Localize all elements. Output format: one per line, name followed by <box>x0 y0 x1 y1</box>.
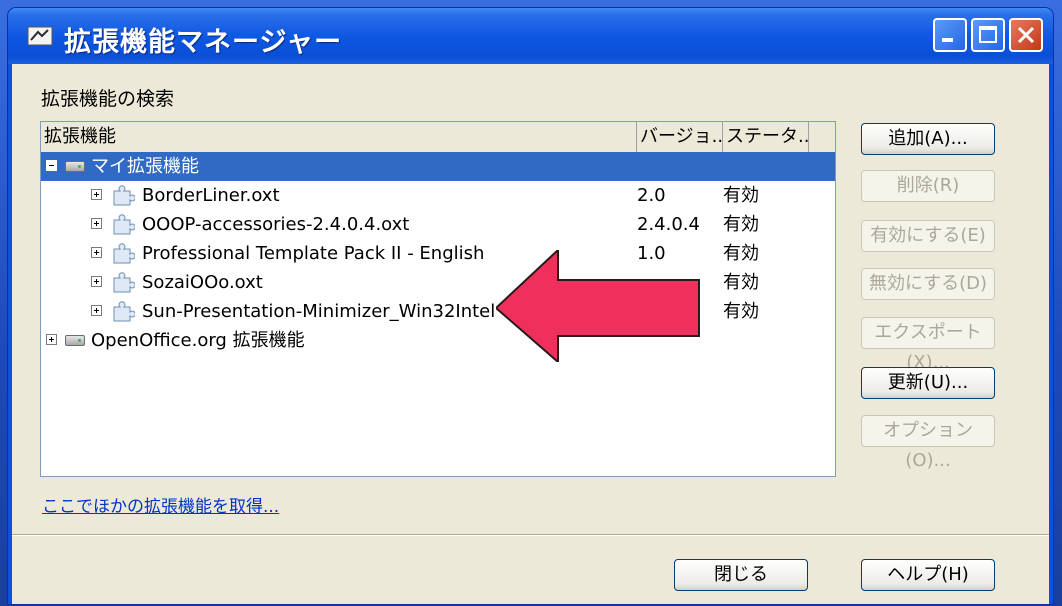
puzzle-icon <box>113 272 135 293</box>
tree-group-my-extensions[interactable]: マイ拡張機能 <box>41 152 835 181</box>
extension-status: 有効 <box>723 301 759 322</box>
expand-icon[interactable] <box>91 305 102 316</box>
drive-icon <box>65 335 85 346</box>
extension-name: Sun-Presentation-Minimizer_Win32Intel <box>142 301 496 322</box>
column-version-header[interactable]: バージョ... <box>637 122 723 152</box>
close-button[interactable]: 閉じる <box>674 559 808 591</box>
enable-button[interactable]: 有効にする(E) <box>861 220 995 252</box>
puzzle-icon <box>113 301 135 322</box>
annotation-arrow-icon <box>496 250 700 362</box>
list-item[interactable]: Sun-Presentation-Minimizer_Win32Intel 有効 <box>41 297 835 326</box>
extension-version: 2.4.0.4 <box>637 214 700 235</box>
extension-name: SozaiOOo.oxt <box>142 272 263 293</box>
drive-icon <box>65 161 85 172</box>
minimize-icon <box>942 38 953 42</box>
minimize-button[interactable] <box>933 18 967 52</box>
puzzle-icon <box>113 243 135 264</box>
maximize-icon <box>979 26 997 43</box>
disable-button[interactable]: 無効にする(D) <box>861 268 995 300</box>
extension-status: 有効 <box>723 185 759 206</box>
list-item[interactable]: OOOP-accessories-2.4.0.4.oxt 2.4.0.4 有効 <box>41 210 835 239</box>
list-item[interactable]: BorderLiner.oxt 2.0 有効 <box>41 181 835 210</box>
extension-list[interactable]: 拡張機能 バージョ... ステータ... マイ拡張機能 BorderLiner.… <box>40 121 836 477</box>
expand-icon[interactable] <box>91 247 102 258</box>
extension-status: 有効 <box>723 243 759 264</box>
extension-status: 有効 <box>723 214 759 235</box>
extension-name: BorderLiner.oxt <box>142 185 280 206</box>
window-title: 拡張機能マネージャー <box>64 27 343 58</box>
expand-icon[interactable] <box>91 218 102 229</box>
extension-status: 有効 <box>723 272 759 293</box>
extension-name: Professional Template Pack II - English <box>142 243 485 264</box>
title-bar[interactable]: 拡張機能マネージャー <box>8 8 1053 64</box>
add-button[interactable]: 追加(A)... <box>861 123 995 155</box>
puzzle-icon <box>113 214 135 235</box>
update-button[interactable]: 更新(U)... <box>861 367 995 399</box>
tree-group-openoffice-extensions[interactable]: OpenOffice.org 拡張機能 <box>41 326 835 355</box>
export-button[interactable]: エクスポート(X)... <box>861 317 995 373</box>
remove-button[interactable]: 削除(R) <box>861 170 995 202</box>
group-label: マイ拡張機能 <box>91 156 199 177</box>
help-button[interactable]: ヘルプ(H) <box>861 559 995 591</box>
column-status-header[interactable]: ステータ... <box>723 122 809 152</box>
extension-name: OOOP-accessories-2.4.0.4.oxt <box>142 214 410 235</box>
list-item[interactable]: SozaiOOo.oxt 有効 <box>41 268 835 297</box>
maximize-button[interactable] <box>971 18 1005 52</box>
app-icon <box>27 26 53 46</box>
options-button[interactable]: オプション(O)... <box>861 415 995 471</box>
group-label: OpenOffice.org 拡張機能 <box>91 330 305 351</box>
expand-icon[interactable] <box>91 189 102 200</box>
list-item[interactable]: Professional Template Pack II - English … <box>41 239 835 268</box>
puzzle-icon <box>113 185 135 206</box>
divider <box>12 534 1049 536</box>
column-header: 拡張機能 バージョ... ステータ... <box>41 122 835 153</box>
expand-icon[interactable] <box>46 334 57 345</box>
expand-icon[interactable] <box>91 276 102 287</box>
extension-version: 2.0 <box>637 185 666 206</box>
close-window-button[interactable] <box>1009 18 1043 52</box>
search-section-title: 拡張機能の検索 <box>41 88 175 110</box>
column-name-header[interactable]: 拡張機能 <box>41 122 637 152</box>
close-icon <box>1017 26 1035 44</box>
get-more-extensions-link[interactable]: ここでほかの拡張機能を取得... <box>42 492 279 517</box>
collapse-icon[interactable] <box>46 160 57 171</box>
